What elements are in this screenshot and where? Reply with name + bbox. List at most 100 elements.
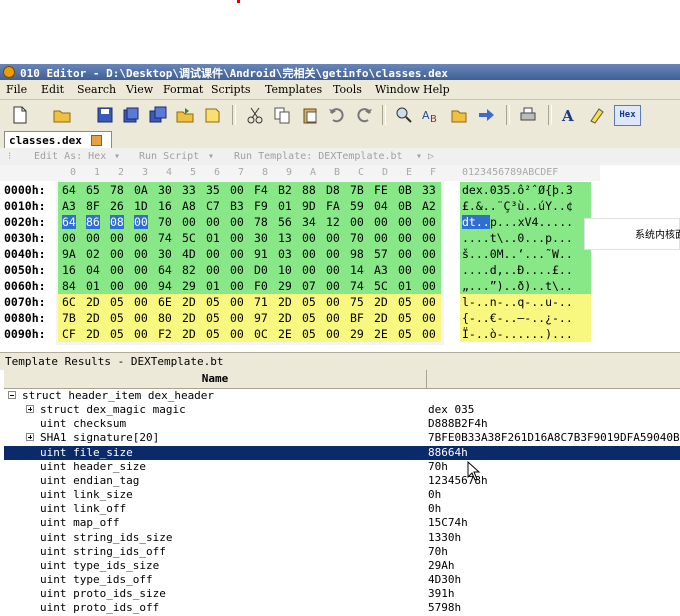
save-icon[interactable] xyxy=(95,105,115,125)
template-row[interactable]: uint header_size 70h xyxy=(4,460,680,474)
template-row[interactable]: uint link_size 0h xyxy=(4,488,680,502)
template-field-value[interactable]: D888B2F4h xyxy=(428,417,488,430)
run-script-dropdown[interactable]: Run Script xyxy=(139,151,199,162)
template-row[interactable]: uint checksum D888B2F4h xyxy=(4,417,680,431)
hex-byte[interactable]: 7B xyxy=(350,183,364,197)
hex-byte[interactable]: 82 xyxy=(182,263,196,277)
ascii-chars[interactable]: {-..€-..—-..¿-.. xyxy=(462,311,573,325)
hex-byte[interactable]: 00 xyxy=(422,295,436,309)
hex-byte[interactable]: 0C xyxy=(254,327,268,341)
hex-byte[interactable]: F0 xyxy=(254,279,268,293)
hex-bytes[interactable]: 9A 02 00 00 30 4D 00 00 91 03 00 00 98 57 00 00 xyxy=(58,246,441,262)
menu-file[interactable]: File xyxy=(6,83,27,96)
hex-byte[interactable]: 00 xyxy=(110,263,124,277)
hex-byte[interactable]: 00 xyxy=(326,263,340,277)
expand-plus-icon[interactable] xyxy=(26,405,34,414)
template-field-value[interactable]: 70h xyxy=(428,460,448,473)
hex-byte[interactable]: 70 xyxy=(158,215,172,229)
template-row[interactable]: SHA1 signature[20] 7BFE0B33A38F261D16A8C7… xyxy=(4,431,680,445)
hex-byte[interactable]: F9 xyxy=(254,199,268,213)
hex-byte[interactable]: 00 xyxy=(230,231,244,245)
run-template-dropdown[interactable]: Run Template: DEXTemplate.bt xyxy=(234,151,403,162)
chevron-right-icon[interactable]: ▷ xyxy=(428,151,434,162)
hex-byte[interactable]: A3 xyxy=(62,199,76,213)
hex-byte[interactable]: 04 xyxy=(86,263,100,277)
hex-byte[interactable]: 86 xyxy=(86,215,100,229)
template-field-value[interactable]: 391h xyxy=(428,587,455,600)
hex-byte[interactable]: 00 xyxy=(110,279,124,293)
ascii-text[interactable]: {-..€-..—-..¿-.. xyxy=(460,310,591,326)
hex-byte[interactable]: 00 xyxy=(110,231,124,245)
hex-byte[interactable]: 6E xyxy=(158,295,172,309)
find-icon[interactable] xyxy=(394,105,414,125)
template-row[interactable]: uint map_off 15C74h xyxy=(4,516,680,530)
hex-byte[interactable]: 00 xyxy=(230,215,244,229)
ascii-selected[interactable]: dt.. xyxy=(462,215,490,229)
collapse-minus-icon[interactable] xyxy=(8,391,16,399)
paste-icon[interactable] xyxy=(300,105,320,125)
hex-byte[interactable]: 80 xyxy=(158,311,172,325)
hex-byte[interactable]: 71 xyxy=(254,295,268,309)
hex-byte[interactable]: 00 xyxy=(422,215,436,229)
hex-byte[interactable]: 00 xyxy=(326,247,340,261)
hex-byte[interactable]: D0 xyxy=(254,263,268,277)
hex-byte[interactable]: 00 xyxy=(374,231,388,245)
hex-byte[interactable]: 00 xyxy=(422,231,436,245)
hex-byte[interactable]: 2D xyxy=(86,295,100,309)
close-file-icon[interactable] xyxy=(202,105,222,125)
hex-byte[interactable]: 29 xyxy=(278,279,292,293)
hex-byte[interactable]: 00 xyxy=(350,215,364,229)
tab-classes-dex[interactable]: classes.dex xyxy=(4,131,112,149)
hex-byte[interactable]: 00 xyxy=(326,327,340,341)
ascii-chars[interactable]: dex.035.ô²ˆØ{þ.3 xyxy=(462,183,573,197)
undo-icon[interactable] xyxy=(327,105,347,125)
hex-byte[interactable]: 05 xyxy=(206,327,220,341)
hex-byte[interactable]: 07 xyxy=(302,279,316,293)
hex-byte[interactable]: 00 xyxy=(422,279,436,293)
ascii-text[interactable]: ....t\..0...p... xyxy=(460,230,591,246)
hex-byte[interactable]: 91 xyxy=(254,247,268,261)
menu-search[interactable]: Search xyxy=(77,83,116,96)
hex-byte[interactable]: 02 xyxy=(86,247,100,261)
template-field-value[interactable]: 29Ah xyxy=(428,559,455,572)
hex-byte[interactable]: F4 xyxy=(254,183,268,197)
hex-byte[interactable]: 00 xyxy=(230,311,244,325)
hex-byte[interactable]: 29 xyxy=(182,279,196,293)
hex-byte[interactable]: C7 xyxy=(206,199,220,213)
hex-byte[interactable]: 7B xyxy=(62,311,76,325)
hex-byte[interactable]: 00 xyxy=(374,215,388,229)
replace-icon[interactable]: AB xyxy=(421,105,441,125)
hex-byte[interactable]: BF xyxy=(350,311,364,325)
hex-byte[interactable]: 00 xyxy=(134,231,148,245)
hex-byte[interactable]: 2D xyxy=(182,295,196,309)
menu-tools[interactable]: Tools xyxy=(333,83,362,96)
hex-byte[interactable]: 01 xyxy=(206,279,220,293)
hex-byte[interactable]: 94 xyxy=(158,279,172,293)
save-as-icon[interactable] xyxy=(121,105,141,125)
hex-byte[interactable]: 00 xyxy=(206,215,220,229)
hex-mode-button[interactable]: Hex xyxy=(614,105,641,126)
hex-byte[interactable]: 05 xyxy=(398,327,412,341)
hex-byte[interactable]: 00 xyxy=(398,247,412,261)
ascii-chars[interactable]: š...0M..‘...˜W.. xyxy=(462,247,573,261)
hex-byte[interactable]: 84 xyxy=(62,279,76,293)
goto-arrow-icon[interactable] xyxy=(476,105,496,125)
hex-byte[interactable]: 00 xyxy=(62,231,76,245)
hex-byte[interactable]: 9D xyxy=(302,199,316,213)
hex-byte[interactable]: 0A xyxy=(134,183,148,197)
hex-byte[interactable]: 00 xyxy=(134,215,148,229)
hex-byte[interactable]: 00 xyxy=(422,311,436,325)
hex-byte[interactable]: 75 xyxy=(350,295,364,309)
open-folder-icon[interactable] xyxy=(52,105,72,125)
hex-byte[interactable]: 08 xyxy=(110,215,124,229)
template-row[interactable]: uint file_size 88664h xyxy=(4,445,680,460)
hex-byte[interactable]: 00 xyxy=(206,263,220,277)
hex-byte[interactable]: 26 xyxy=(110,199,124,213)
menu-format[interactable]: Format xyxy=(163,83,203,96)
menu-window[interactable]: Window xyxy=(375,83,420,96)
hex-byte[interactable]: 01 xyxy=(86,279,100,293)
ascii-text[interactable]: ....d‚..Ð....£.. xyxy=(460,262,591,278)
hex-byte[interactable]: 64 xyxy=(62,183,76,197)
hex-byte[interactable]: 97 xyxy=(254,311,268,325)
hex-byte[interactable]: 00 xyxy=(302,263,316,277)
